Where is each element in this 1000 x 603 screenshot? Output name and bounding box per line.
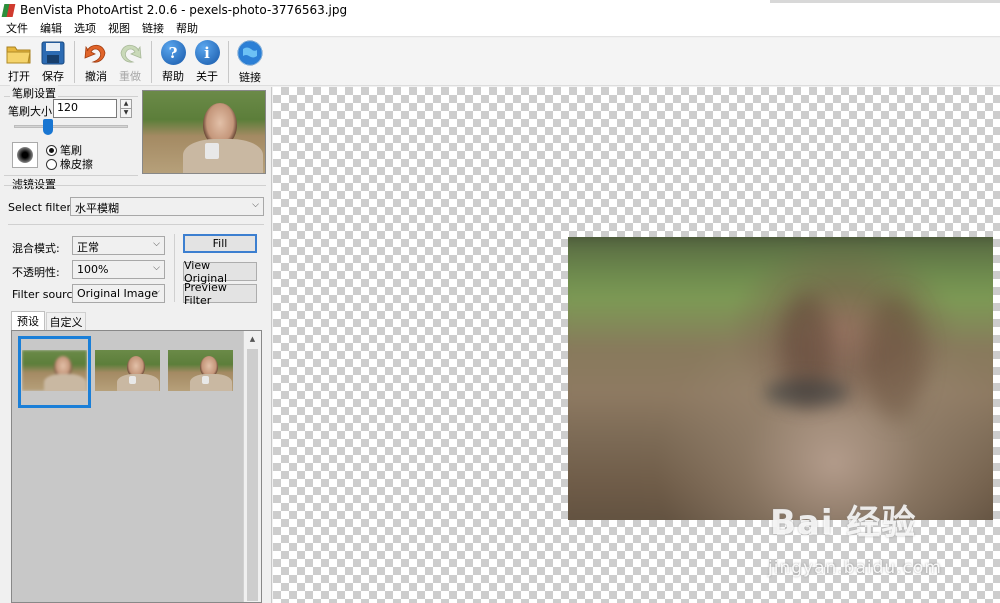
menu-help[interactable]: 帮助 [170, 20, 204, 36]
save-button[interactable]: 保存 [36, 38, 70, 84]
filter-source-select[interactable]: Original Image ⌵ [72, 284, 165, 303]
radio-unselected-icon [46, 158, 57, 170]
menu-options[interactable]: 选项 [68, 20, 102, 36]
chevron-down-icon: ⌵ [153, 287, 160, 297]
filter-source-value: Original Image [77, 287, 158, 300]
about-button[interactable]: i 关于 [190, 38, 224, 84]
menu-edit[interactable]: 编辑 [34, 20, 68, 36]
undo-arrow-icon [83, 40, 109, 65]
toolbar-separator [228, 41, 229, 83]
opacity-select[interactable]: 100% ⌵ [72, 260, 165, 279]
preset-gallery: ▲ [11, 330, 262, 603]
brush-group-label: 笔刷设置 [10, 85, 58, 101]
brush-size-spinner[interactable]: ▲ ▼ [120, 99, 132, 118]
undo-label: 撤消 [85, 70, 107, 83]
left-panel: 笔刷设置 笔刷大小: 120 ▲ ▼ 笔刷 橡皮擦 滤镜设置 Select fi… [0, 85, 272, 603]
undo-button[interactable]: 撤消 [79, 38, 113, 84]
original-thumbnail [142, 90, 266, 174]
floppy-disk-icon [40, 40, 66, 65]
brush-size-slider-track[interactable] [14, 125, 128, 128]
spin-down-icon[interactable]: ▼ [121, 109, 131, 118]
tab-presets[interactable]: 预设 [11, 311, 45, 330]
preset-thumbnail[interactable] [22, 350, 87, 391]
app-logo-icon [1, 3, 16, 17]
redo-label: 重做 [119, 70, 141, 83]
open-button[interactable]: 打开 [2, 38, 36, 84]
filtered-image[interactable] [568, 237, 993, 520]
blend-mode-value: 正常 [77, 241, 99, 254]
filter-group-border [4, 185, 266, 186]
help-label: 帮助 [162, 70, 184, 83]
brush-size-input[interactable]: 120 [53, 99, 117, 118]
radio-selected-icon [46, 144, 57, 156]
about-label: 关于 [196, 70, 218, 83]
preset-thumbnail[interactable] [168, 350, 233, 391]
filter-group-label: 滤镜设置 [10, 176, 58, 192]
menu-link[interactable]: 链接 [136, 20, 170, 36]
open-label: 打开 [8, 70, 30, 83]
vertical-divider [174, 234, 175, 302]
fill-button[interactable]: Fill [183, 234, 257, 253]
scroll-up-icon[interactable]: ▲ [244, 331, 261, 347]
toolbar-separator [74, 41, 75, 83]
eraser-mode-label: 橡皮擦 [60, 158, 93, 171]
filter-select[interactable]: 水平模糊 ⌵ [70, 197, 264, 216]
link-button[interactable]: 链接 [233, 38, 267, 84]
redo-arrow-icon [117, 40, 143, 65]
brush-shape-preview [12, 142, 38, 168]
view-original-button[interactable]: View Original [183, 259, 257, 285]
watermark-url: jingyan.baidu.com [768, 558, 942, 578]
opacity-label: 不透明性: [12, 266, 60, 279]
spin-up-icon[interactable]: ▲ [121, 100, 131, 109]
link-label: 链接 [239, 71, 261, 84]
help-button[interactable]: ? 帮助 [156, 38, 190, 84]
chevron-down-icon: ⌵ [153, 239, 160, 249]
blend-mode-label: 混合模式: [12, 242, 60, 255]
preset-thumbnail[interactable] [95, 350, 160, 391]
toolbar: 打开 保存 撤消 重做 ? 帮助 i 关于 链接 [0, 38, 1000, 86]
scrollbar-thumb[interactable] [247, 349, 258, 601]
menu-file[interactable]: 文件 [0, 20, 34, 36]
title-bar-edge [770, 0, 1000, 3]
preview-filter-button[interactable]: Preview Filter [183, 281, 257, 307]
blend-mode-select[interactable]: 正常 ⌵ [72, 236, 165, 255]
chevron-down-icon: ⌵ [153, 263, 160, 273]
question-mark-icon: ? [160, 40, 186, 65]
globe-icon [237, 40, 263, 66]
preset-scrollbar[interactable]: ▲ [243, 331, 261, 602]
select-filter-label: Select filter: [8, 201, 75, 214]
watermark-brand: Bai 经验 [770, 503, 917, 543]
opacity-value: 100% [77, 263, 109, 276]
brush-size-label: 笔刷大小: [8, 105, 56, 118]
redo-button[interactable]: 重做 [113, 38, 147, 84]
toolbar-separator [151, 41, 152, 83]
window-title: BenVista PhotoArtist 2.0.6 - pexels-phot… [20, 3, 348, 17]
menu-bar: 文件 编辑 选项 视图 链接 帮助 [0, 20, 1000, 37]
title-bar: BenVista PhotoArtist 2.0.6 - pexels-phot… [0, 0, 1000, 20]
menu-view[interactable]: 视图 [102, 20, 136, 36]
folder-icon [6, 40, 32, 65]
eraser-mode-radio[interactable]: 橡皮擦 [46, 156, 93, 172]
tab-custom[interactable]: 自定义 [46, 312, 86, 331]
filter-select-value: 水平模糊 [75, 202, 119, 215]
brush-size-slider-thumb[interactable] [43, 119, 54, 135]
baidu-watermark: Bai 经验 [770, 495, 916, 544]
save-label: 保存 [42, 70, 64, 83]
chevron-down-icon: ⌵ [252, 200, 259, 210]
filter-divider [8, 224, 264, 225]
info-icon: i [194, 40, 220, 65]
